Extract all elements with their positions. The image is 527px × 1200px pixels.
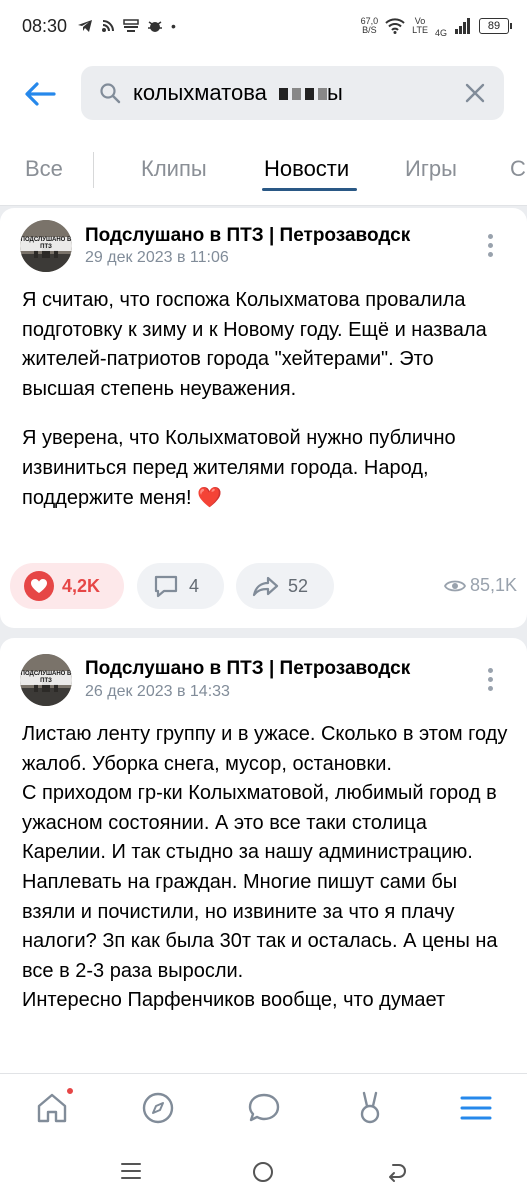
wifi-icon bbox=[385, 18, 405, 34]
avatar[interactable]: ПОДСЛУШАНО В ПТЗ bbox=[20, 654, 72, 706]
like-count: 4,2K bbox=[62, 575, 101, 596]
more-options-icon[interactable] bbox=[486, 234, 494, 260]
dot-icon: • bbox=[171, 18, 176, 34]
status-notification-icons: • bbox=[77, 18, 176, 34]
tab-divider bbox=[93, 152, 94, 188]
tab-news[interactable]: Новости bbox=[264, 156, 349, 182]
share-count: 52 bbox=[288, 575, 309, 596]
post-line: С приходом гр-ки Колыхматовой, любимый г… bbox=[22, 782, 498, 982]
comment-count: 4 bbox=[189, 575, 200, 596]
comment-button[interactable]: 4 bbox=[137, 563, 224, 609]
network-speed: 67,0 B/S bbox=[361, 17, 379, 35]
eye-icon bbox=[443, 580, 466, 591]
search-query-text: колыхматова bbox=[133, 80, 274, 105]
search-query: колыхматова ы bbox=[133, 80, 343, 106]
bottom-navigation bbox=[0, 1073, 527, 1141]
network-4g: 4G bbox=[434, 27, 447, 38]
post-paragraph: Я считаю, что госпожа Колыхматова провал… bbox=[22, 289, 487, 400]
views-count: 85,1K bbox=[469, 575, 517, 595]
search-header: колыхматова ы bbox=[0, 52, 527, 136]
telegram-icon bbox=[78, 20, 93, 32]
search-input[interactable]: колыхматова ы bbox=[81, 66, 504, 120]
post-line: Интересно Парфенчиков вообще, что думает bbox=[22, 989, 446, 1012]
avatar-label: ПОДСЛУШАНО В ПТЗ bbox=[20, 237, 72, 251]
redacted-text bbox=[279, 88, 328, 101]
post-text: Листаю ленту группу и в ужасе. Сколько в… bbox=[22, 720, 512, 1016]
post-card: ПОДСЛУШАНО В ПТЗ Подслушано в ПТЗ | Петр… bbox=[0, 208, 527, 628]
post-actions: 4,2K 4 52 85,1K bbox=[0, 563, 527, 611]
share-icon bbox=[252, 576, 279, 597]
views-counter: 85,1K bbox=[443, 575, 517, 596]
home-icon[interactable] bbox=[34, 1090, 70, 1126]
rss-icon bbox=[102, 20, 115, 32]
recent-apps-icon[interactable] bbox=[120, 1161, 142, 1181]
close-icon[interactable] bbox=[464, 82, 486, 104]
back-button-icon[interactable] bbox=[385, 1161, 407, 1183]
active-tab-indicator bbox=[262, 188, 357, 191]
avatar-label: ПОДСЛУШАНО В ПТЗ bbox=[20, 671, 72, 685]
back-arrow-icon[interactable] bbox=[20, 76, 60, 112]
post-line: Листаю ленту группу и в ужасе. Сколько в… bbox=[22, 723, 508, 775]
heart-filled-icon bbox=[24, 571, 54, 601]
status-bar: 08:30 • 67,0 B/S Vo LTE 4G 89 bbox=[0, 0, 527, 52]
search-query-tail: ы bbox=[327, 80, 343, 105]
post-card: ПОДСЛУШАНО В ПТЗ Подслушано в ПТЗ | Петр… bbox=[0, 638, 527, 1108]
signal-icon bbox=[455, 18, 470, 34]
screen: 08:30 • 67,0 B/S Vo LTE 4G 89 колыхматов… bbox=[0, 0, 527, 1200]
bug-icon bbox=[148, 21, 163, 32]
post-author[interactable]: Подслушано в ПТЗ | Петрозаводск bbox=[85, 225, 410, 247]
status-right-icons: 67,0 B/S Vo LTE 4G 89 bbox=[361, 15, 512, 38]
comment-icon bbox=[154, 575, 178, 598]
search-icon bbox=[100, 83, 121, 104]
messages-icon[interactable] bbox=[246, 1090, 282, 1126]
system-navigation bbox=[0, 1141, 527, 1200]
clips-icon[interactable] bbox=[352, 1090, 388, 1126]
post-date: 26 дек 2023 в 14:33 bbox=[85, 683, 230, 700]
post-author[interactable]: Подслушано в ПТЗ | Петрозаводск bbox=[85, 658, 410, 680]
discover-icon[interactable] bbox=[140, 1090, 176, 1126]
volte-indicator: Vo LTE bbox=[412, 17, 428, 35]
search-tabs: Все Клипы Новости Игры С bbox=[0, 136, 527, 206]
post-date: 29 дек 2023 в 11:06 bbox=[85, 249, 229, 266]
news-icon bbox=[123, 19, 139, 32]
menu-icon[interactable] bbox=[458, 1090, 494, 1126]
share-button[interactable]: 52 bbox=[236, 563, 334, 609]
more-options-icon[interactable] bbox=[486, 668, 494, 694]
post-paragraph: Я уверена, что Колыхматовой нужно публич… bbox=[22, 427, 456, 509]
tab-clips[interactable]: Клипы bbox=[141, 156, 207, 182]
network-speed-unit: B/S bbox=[362, 25, 377, 35]
notification-dot bbox=[65, 1086, 75, 1096]
like-button[interactable]: 4,2K bbox=[10, 563, 124, 609]
tab-more[interactable]: С bbox=[510, 156, 526, 182]
volte-lte: LTE bbox=[412, 25, 428, 35]
home-button-icon[interactable] bbox=[252, 1161, 274, 1183]
battery-indicator: 89 bbox=[479, 18, 512, 34]
avatar[interactable]: ПОДСЛУШАНО В ПТЗ bbox=[20, 220, 72, 272]
tab-games[interactable]: Игры bbox=[405, 156, 457, 182]
tab-all[interactable]: Все bbox=[25, 156, 63, 182]
post-text: Я считаю, что госпожа Колыхматова провал… bbox=[22, 286, 512, 513]
status-time: 08:30 bbox=[22, 15, 68, 36]
